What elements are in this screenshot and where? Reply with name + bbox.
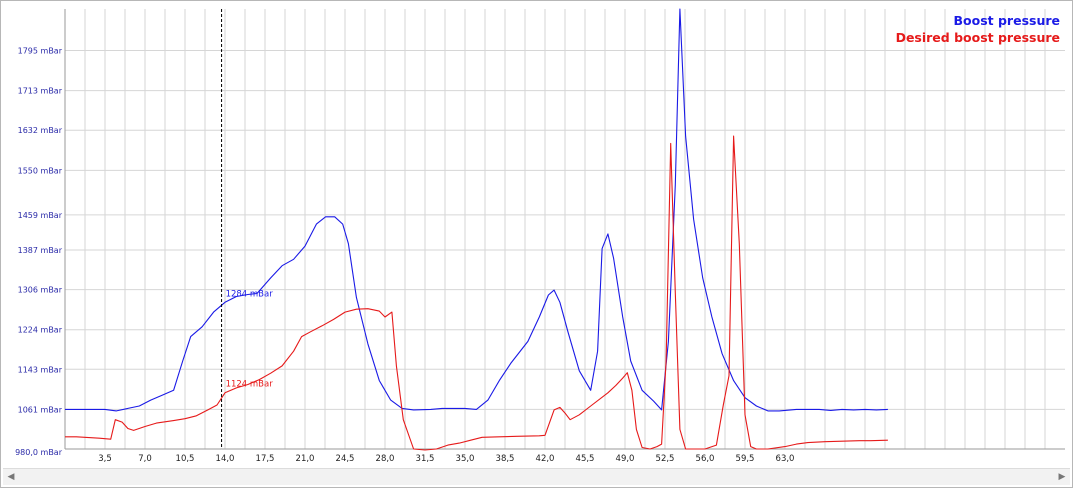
x-tick-label: 24,5 — [336, 454, 355, 464]
legend-entry: Boost pressure — [954, 13, 1060, 28]
legend-entry: Desired boost pressure — [896, 30, 1060, 45]
y-tick-label: 1795 mBar — [18, 47, 63, 56]
x-tick-label: 28,0 — [376, 454, 395, 464]
y-tick-label: 1550 mBar — [18, 166, 63, 175]
x-tick-label: 7,0 — [138, 454, 152, 464]
chart-plot[interactable]: 1284 mBar 1124 mBar 980,0 mBar 1061 mBar 11… — [1, 1, 1072, 467]
series-lines — [65, 8, 888, 451]
x-tick-label: 3,5 — [98, 454, 112, 464]
y-tick-label: 1143 mBar — [18, 365, 63, 374]
y-tick-label: 1459 mBar — [18, 211, 63, 220]
x-tick-label: 42,0 — [536, 454, 555, 464]
x-tick-label: 59,5 — [736, 454, 755, 464]
horizontal-scrollbar[interactable]: ◀ ▶ — [3, 468, 1070, 485]
cursor-value-label: 1284 mBar — [226, 289, 274, 299]
y-tick-label: 980,0 mBar — [15, 448, 63, 457]
x-tick-label: 21,0 — [296, 454, 315, 464]
x-tick-label: 17,5 — [256, 454, 275, 464]
x-tick-label: 10,5 — [176, 454, 195, 464]
y-tick-label: 1224 mBar — [18, 326, 63, 335]
x-tick-label: 14,0 — [216, 454, 235, 464]
y-tick-label: 1061 mBar — [18, 405, 63, 414]
boost-pressure-line — [65, 8, 888, 412]
desired-boost-pressure-line — [65, 135, 888, 451]
x-tick-label: 63,0 — [776, 454, 795, 464]
x-tick-label: 45,5 — [576, 454, 595, 464]
y-tick-label: 1387 mBar — [18, 246, 63, 255]
x-tick-label: 35,0 — [456, 454, 475, 464]
x-tick-label: 52,5 — [656, 454, 675, 464]
scroll-right-arrow-icon[interactable]: ▶ — [1056, 471, 1068, 483]
legend: Boost pressure Desired boost pressure — [896, 13, 1060, 45]
scroll-left-arrow-icon[interactable]: ◀ — [5, 471, 17, 483]
x-tick-label: 49,0 — [616, 454, 635, 464]
y-tick-label: 1306 mBar — [18, 286, 63, 295]
grid-lines — [65, 9, 1065, 450]
y-tick-label: 1632 mBar — [18, 126, 63, 135]
cursor-value-label: 1124 mBar — [226, 380, 274, 390]
chart-frame: 1284 mBar 1124 mBar 980,0 mBar 1061 mBar 11… — [0, 0, 1073, 488]
x-tick-label: 56,0 — [696, 454, 715, 464]
y-tick-label: 1713 mBar — [18, 87, 63, 96]
x-tick-label: 38,5 — [496, 454, 515, 464]
x-tick-label: 31,5 — [416, 454, 435, 464]
